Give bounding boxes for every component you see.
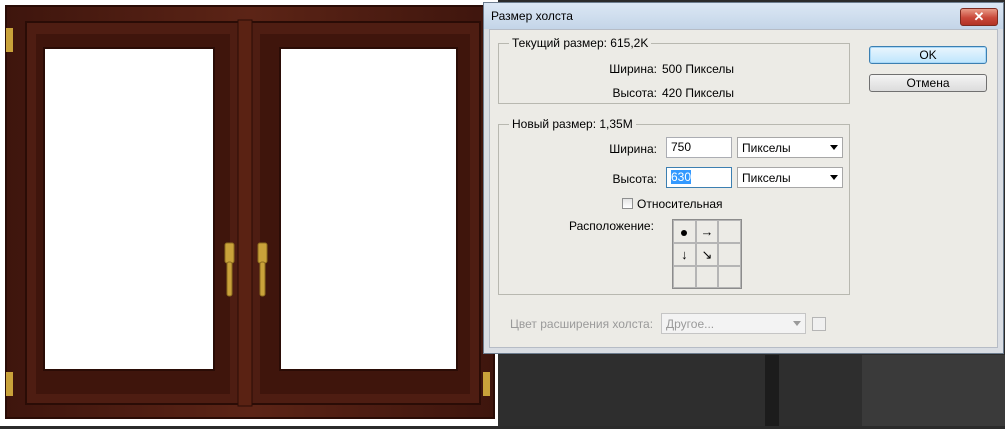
extension-color-select[interactable]: Другое... bbox=[661, 313, 806, 334]
chevron-down-icon bbox=[830, 145, 838, 150]
anchor-cell-top-left[interactable] bbox=[673, 220, 696, 243]
new-height-label: Высота: bbox=[612, 172, 657, 186]
anchor-cell-bottom-left[interactable] bbox=[673, 266, 696, 288]
current-height-label: Высота: bbox=[612, 86, 657, 100]
close-button[interactable]: ✕ bbox=[960, 8, 998, 26]
workspace-panel bbox=[862, 355, 1005, 426]
ok-button[interactable]: OK bbox=[869, 46, 987, 64]
anchor-cell-center[interactable]: ↘ bbox=[695, 243, 719, 266]
anchor-grid[interactable]: → ↓ ↘ bbox=[672, 219, 742, 289]
new-width-unit-select[interactable]: Пикселы bbox=[737, 137, 843, 158]
canvas-image bbox=[0, 0, 498, 426]
chevron-down-icon bbox=[830, 175, 838, 180]
current-width-value: 500 Пикселы bbox=[662, 62, 734, 76]
right-glass bbox=[279, 47, 458, 371]
left-glass bbox=[43, 47, 215, 371]
anchor-cell-bottom-right[interactable] bbox=[718, 266, 741, 288]
workspace-divider bbox=[765, 355, 779, 426]
new-width-unit: Пикселы bbox=[742, 141, 791, 155]
dialog-content: Текущий размер: 615,2K Ширина: 500 Пиксе… bbox=[489, 29, 998, 348]
anchor-cell-middle-right[interactable] bbox=[718, 243, 741, 266]
extension-color-swatch[interactable] bbox=[812, 317, 826, 331]
relative-label[interactable]: Относительная bbox=[637, 197, 723, 211]
dialog-title: Размер холста bbox=[491, 9, 573, 23]
chevron-down-icon bbox=[793, 321, 801, 326]
anchor-cell-top-center[interactable]: → bbox=[695, 220, 719, 243]
anchor-label: Расположение: bbox=[569, 219, 654, 233]
ok-label: OK bbox=[919, 48, 937, 62]
anchor-cell-middle-left[interactable]: ↓ bbox=[673, 243, 696, 266]
anchor-cell-top-right[interactable] bbox=[718, 220, 741, 243]
dialog-titlebar[interactable]: Размер холста ✕ bbox=[484, 3, 1003, 29]
cancel-label: Отмена bbox=[906, 76, 950, 90]
new-height-input[interactable]: 630 bbox=[666, 167, 732, 188]
arrow-right-icon: → bbox=[700, 224, 714, 239]
new-height-value: 630 bbox=[671, 170, 692, 184]
new-width-input[interactable]: 750 bbox=[666, 137, 732, 158]
cancel-button[interactable]: Отмена bbox=[869, 74, 987, 92]
arrow-down-icon: ↓ bbox=[681, 247, 688, 262]
arrow-down-right-icon: ↘ bbox=[701, 247, 713, 262]
anchor-cell-bottom-center[interactable] bbox=[695, 266, 719, 288]
extension-color-value: Другое... bbox=[666, 317, 715, 331]
close-icon: ✕ bbox=[973, 9, 985, 24]
new-height-unit-select[interactable]: Пикселы bbox=[737, 167, 843, 188]
anchor-dot-icon bbox=[681, 229, 688, 236]
new-height-unit: Пикселы bbox=[742, 171, 791, 185]
extension-color-label: Цвет расширения холста: bbox=[510, 317, 654, 331]
new-width-label: Ширина: bbox=[609, 142, 657, 156]
current-size-legend: Текущий размер: 615,2K bbox=[512, 36, 649, 50]
current-height-value: 420 Пикселы bbox=[662, 86, 734, 100]
window-photo bbox=[0, 5, 498, 420]
new-width-value: 750 bbox=[671, 140, 692, 154]
relative-checkbox[interactable] bbox=[622, 198, 633, 209]
canvas-size-dialog: Размер холста ✕ Текущий размер: 615,2K Ш… bbox=[483, 2, 1004, 354]
current-width-label: Ширина: bbox=[609, 62, 657, 76]
new-size-legend: Новый размер: 1,35M bbox=[512, 117, 633, 131]
